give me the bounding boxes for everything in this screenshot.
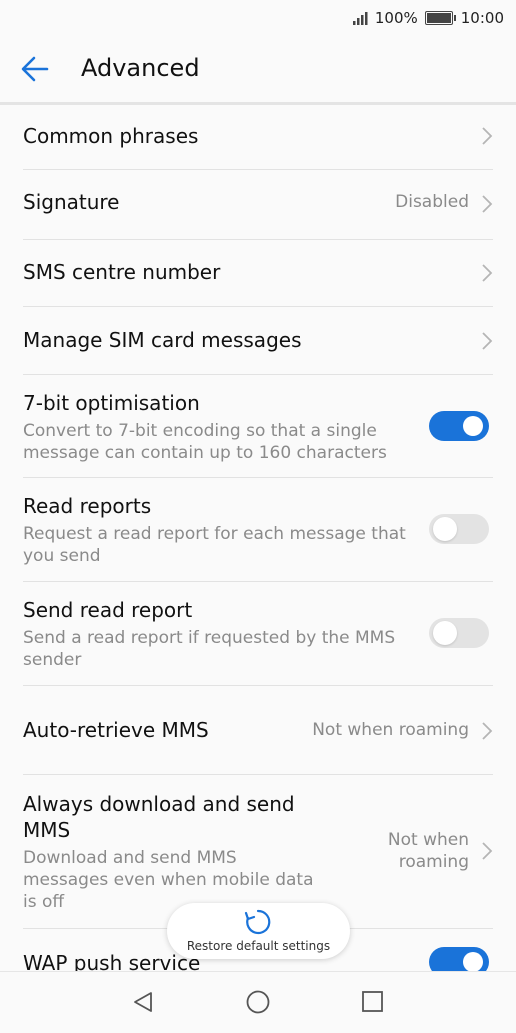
triangle-back-icon[interactable] [131, 990, 155, 1014]
setting-common-phrases[interactable]: Common phrases [23, 104, 493, 170]
title-line: Always download and send [23, 792, 295, 816]
toggle-send-read-report[interactable] [429, 618, 489, 648]
system-nav-bar [0, 971, 516, 1033]
setting-send-read-report: Send read report Send a read report if r… [23, 582, 493, 686]
toggle-read-reports[interactable] [429, 514, 489, 544]
arrow-left-icon [21, 56, 49, 82]
signal-icon [352, 12, 368, 25]
description-line: Send a read report if requested by the M… [23, 628, 396, 648]
toggle-knob [463, 416, 483, 436]
chevron-right-icon [482, 722, 493, 740]
toggle-knob [433, 621, 457, 645]
chevron-right-icon [482, 332, 493, 350]
chevron-right-icon [482, 842, 493, 860]
battery-icon [424, 11, 456, 25]
value-line: Not when [387, 830, 469, 850]
setting-value: Disabled [395, 192, 469, 212]
description-line: Convert to 7-bit encoding so that a sing… [23, 421, 377, 441]
setting-title: 7-bit optimisation [23, 391, 200, 415]
setting-manage-sim-messages[interactable]: Manage SIM card messages [23, 307, 493, 375]
toggle-knob [433, 517, 457, 541]
chevron-right-icon [482, 127, 493, 145]
setting-title: Send read report [23, 598, 193, 622]
setting-title: Auto-retrieve MMS [23, 718, 209, 742]
setting-title: Signature [23, 190, 120, 214]
setting-auto-retrieve-mms[interactable]: Auto-retrieve MMS Not when roaming [23, 686, 493, 775]
setting-description: Request a read report for each message t… [23, 523, 406, 567]
setting-sms-centre-number[interactable]: SMS centre number [23, 240, 493, 307]
setting-title: Common phrases [23, 124, 199, 148]
description-line: you send [23, 546, 101, 566]
setting-value: Not when roaming [312, 720, 469, 740]
settings-list: Common phrases Signature Disabled SMS ce… [0, 104, 516, 989]
square-recents-icon[interactable] [361, 990, 385, 1014]
description-line: messages even when mobile data [23, 870, 314, 890]
chevron-right-icon [482, 264, 493, 282]
setting-title: Always download and send MMS [23, 791, 295, 843]
description-line: sender [23, 650, 82, 670]
circle-home-icon[interactable] [245, 990, 271, 1016]
description-line: Request a read report for each message t… [23, 524, 406, 544]
setting-read-reports: Read reports Request a read report for e… [23, 478, 493, 582]
setting-signature[interactable]: Signature Disabled [23, 170, 493, 240]
status-indicators: 100% 10:00 [352, 9, 504, 27]
setting-value: Not when roaming [388, 829, 469, 873]
setting-title: Read reports [23, 494, 152, 518]
status-bar: 100% 10:00 [0, 0, 516, 36]
clock: 10:00 [460, 9, 504, 27]
restore-label: Restore default settings [186, 939, 331, 953]
setting-title: SMS centre number [23, 260, 221, 284]
value-line: roaming [398, 852, 469, 872]
description-line: Download and send MMS [23, 848, 237, 868]
description-line: message can contain up to 160 characters [23, 443, 387, 463]
back-button[interactable] [20, 54, 58, 84]
setting-description: Convert to 7-bit encoding so that a sing… [23, 420, 387, 464]
battery-percent: 100% [374, 9, 418, 27]
restore-default-settings-button[interactable]: Restore default settings [167, 903, 350, 959]
setting-description: Send a read report if requested by the M… [23, 627, 395, 671]
refresh-icon [244, 909, 271, 935]
app-bar: Advanced [0, 36, 516, 105]
title-line: MMS [23, 818, 71, 842]
page-title: Advanced [81, 54, 200, 82]
toggle-7bit-optimisation[interactable] [429, 411, 489, 441]
toggle-knob [463, 952, 483, 972]
setting-title: Manage SIM card messages [23, 328, 302, 352]
chevron-right-icon [482, 195, 493, 213]
setting-7bit-optimisation: 7-bit optimisation Convert to 7-bit enco… [23, 375, 493, 478]
